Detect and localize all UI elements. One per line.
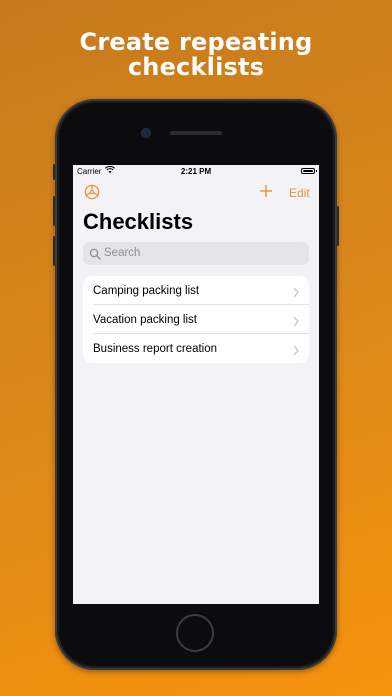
plus-icon	[260, 185, 272, 197]
marketing-headline: Create repeating checklists	[0, 30, 392, 80]
settings-wheel-icon[interactable]	[84, 184, 100, 200]
front-camera	[142, 129, 150, 137]
battery-icon	[301, 168, 317, 174]
checklist-row-label: Business report creation	[93, 342, 218, 355]
app-screen: Carrier 2:21 PM Edit Checklists Search C…	[73, 165, 319, 604]
checklist-list: Camping packing list Vacation packing li…	[83, 276, 309, 363]
phone-mute-switch	[53, 164, 55, 180]
page-title: Checklists	[83, 209, 194, 234]
search-icon	[89, 247, 101, 260]
earpiece-speaker	[170, 131, 222, 135]
add-checklist-button[interactable]	[259, 184, 273, 198]
home-button[interactable]	[176, 614, 214, 652]
phone-volume-up-button	[53, 196, 55, 226]
chevron-right-icon	[293, 343, 299, 356]
chevron-right-icon	[293, 285, 299, 298]
headline-line-1: Create repeating	[79, 28, 313, 56]
checklist-row-label: Camping packing list	[93, 284, 200, 297]
checklist-row[interactable]: Business report creation	[83, 334, 309, 363]
search-field[interactable]: Search	[83, 242, 309, 265]
checklist-row[interactable]: Vacation packing list	[83, 305, 309, 334]
checklist-row-label: Vacation packing list	[93, 313, 197, 326]
search-placeholder: Search	[104, 247, 141, 259]
headline-line-2: checklists	[127, 53, 265, 81]
chevron-right-icon	[293, 314, 299, 327]
phone-power-button	[337, 206, 339, 246]
checklist-row[interactable]: Camping packing list	[83, 276, 309, 305]
phone-volume-down-button	[53, 236, 55, 266]
status-time: 2:21 PM	[180, 167, 212, 176]
status-bar: Carrier 2:21 PM	[73, 165, 319, 179]
edit-button[interactable]: Edit	[289, 186, 310, 200]
